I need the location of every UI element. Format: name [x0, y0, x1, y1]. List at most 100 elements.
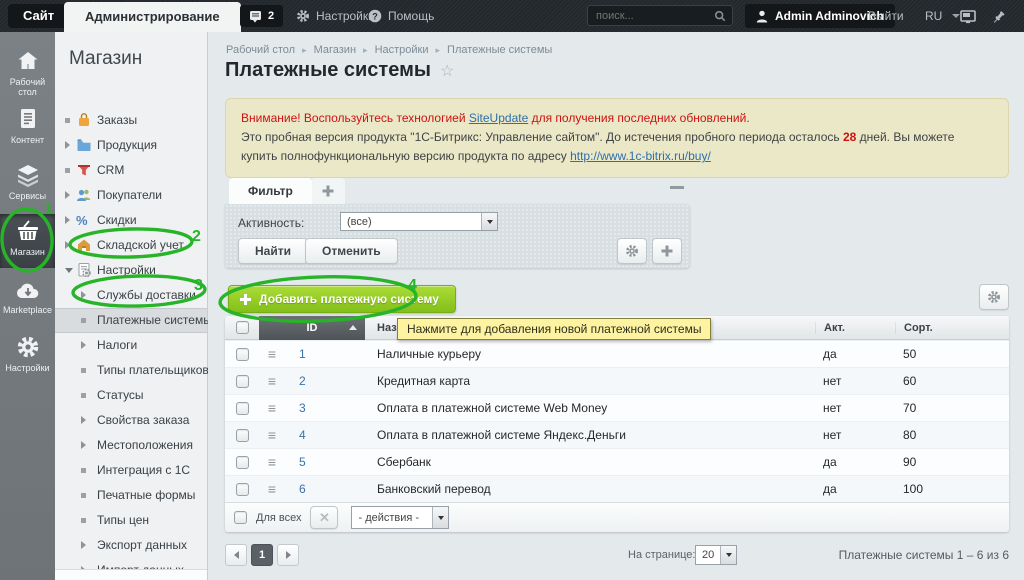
tab-site[interactable]: Сайт — [8, 4, 69, 28]
column-header-sort[interactable]: Сорт. — [895, 322, 1009, 334]
find-button[interactable]: Найти — [238, 238, 308, 264]
gear-icon — [625, 244, 639, 258]
row-name: Оплата в платежной системе Яндекс.Деньги — [365, 428, 815, 442]
rail-item-services[interactable]: Сервисы — [0, 158, 55, 210]
row-checkbox[interactable] — [236, 348, 249, 361]
row-id-link[interactable]: 1 — [285, 347, 365, 361]
topbar-settings-button[interactable]: Настройки — [296, 0, 375, 32]
left-rail: Рабочий стол Контент Сервисы Магазин Mar… — [0, 32, 55, 580]
sidebar-item-payment-systems[interactable]: Платежные системы — [55, 308, 207, 333]
siteupdate-link[interactable]: SiteUpdate — [469, 111, 528, 125]
sidebar-item-1c-integration[interactable]: Интеграция с 1С — [55, 458, 207, 483]
table-row[interactable]: ≡ 3 Оплата в платежной системе Web Money… — [225, 394, 1009, 421]
sidebar-item-discounts[interactable]: %Скидки — [55, 208, 207, 233]
page-button-current[interactable]: 1 — [251, 544, 273, 566]
drag-handle-icon[interactable]: ≡ — [259, 400, 285, 416]
breadcrumb-payment-systems[interactable]: Платежные системы — [447, 44, 552, 56]
table-row[interactable]: ≡ 4 Оплата в платежной системе Яндекс.Де… — [225, 421, 1009, 448]
row-name: Кредитная карта — [365, 374, 815, 388]
activity-select[interactable]: (все) — [340, 212, 498, 231]
sidebar-item-crm[interactable]: CRM — [55, 158, 207, 183]
rail-item-desktop[interactable]: Рабочий стол — [0, 44, 55, 100]
row-id-link[interactable]: 3 — [285, 401, 365, 415]
search-input[interactable] — [594, 9, 714, 23]
add-payment-system-button[interactable]: Добавить платежную систему — [228, 285, 456, 313]
notice-line-trial: Это пробная версия продукта "1С-Битрикс:… — [241, 128, 993, 166]
table-row[interactable]: ≡ 5 Сбербанк да 90 — [225, 448, 1009, 475]
sidebar-item-price-types[interactable]: Типы цен — [55, 508, 207, 533]
sidebar-item-customers[interactable]: Покупатели — [55, 183, 207, 208]
sidebar-item-warehouse[interactable]: Складской учет — [55, 233, 207, 258]
topbar-help-button[interactable]: ? Помощь — [368, 0, 434, 32]
row-checkbox[interactable] — [236, 429, 249, 442]
notifications-button[interactable]: 2 — [240, 5, 283, 27]
pin-panel-button[interactable] — [991, 1, 1006, 33]
buy-link[interactable]: http://www.1c-bitrix.ru/buy/ — [570, 149, 711, 163]
row-id-link[interactable]: 4 — [285, 428, 365, 442]
row-checkbox[interactable] — [236, 375, 249, 388]
sidebar-item-statuses[interactable]: Статусы — [55, 383, 207, 408]
prev-page-button[interactable] — [225, 544, 247, 566]
for-all-checkbox[interactable] — [234, 511, 247, 524]
cancel-button[interactable]: Отменить — [305, 238, 398, 264]
sidebar-item-label: Скидки — [97, 213, 137, 227]
column-header-active[interactable]: Акт. — [815, 322, 895, 334]
row-checkbox[interactable] — [236, 483, 249, 496]
clear-selection-button[interactable]: ✕ — [310, 506, 338, 529]
sidebar-item-payer-types[interactable]: Типы плательщиков — [55, 358, 207, 383]
row-checkbox[interactable] — [236, 456, 249, 469]
select-all-checkbox[interactable] — [236, 321, 249, 334]
drag-handle-icon[interactable]: ≡ — [259, 481, 285, 497]
logout-button[interactable]: Выйти — [868, 0, 904, 32]
row-sort: 100 — [895, 482, 1009, 496]
row-id-link[interactable]: 6 — [285, 482, 365, 496]
table-row[interactable]: ≡ 6 Банковский перевод да 100 — [225, 475, 1009, 502]
rail-item-settings[interactable]: Настройки — [0, 330, 55, 382]
sidebar-item-export-data[interactable]: Экспорт данных — [55, 533, 207, 558]
sidebar-item-taxes[interactable]: Налоги — [55, 333, 207, 358]
language-selector[interactable]: RU — [925, 0, 960, 32]
trial-notice: Внимание! Воспользуйтесь технологией Sit… — [225, 98, 1009, 178]
sidebar-item-delivery-services[interactable]: Службы доставки — [55, 283, 207, 308]
basket-icon — [15, 219, 41, 243]
row-id-link[interactable]: 2 — [285, 374, 365, 388]
breadcrumb-settings[interactable]: Настройки — [375, 44, 429, 56]
rail-item-shop[interactable]: Магазин — [0, 214, 55, 268]
expand-arrow-icon — [81, 441, 86, 449]
sidebar-item-label: Статусы — [97, 388, 144, 402]
actions-select[interactable]: - действия - — [351, 506, 449, 529]
search-icon[interactable] — [714, 10, 726, 22]
breadcrumb-desktop[interactable]: Рабочий стол — [226, 44, 295, 56]
sidebar-item-import-data[interactable]: Импорт данных — [55, 558, 207, 580]
tab-filter[interactable]: Фильтр — [229, 178, 312, 204]
table-row[interactable]: ≡ 1 Наличные курьеру да 50 — [225, 340, 1009, 367]
filter-settings-button[interactable] — [617, 238, 647, 264]
sidebar-item-shop-settings[interactable]: Настройки — [55, 258, 207, 283]
favorite-star-icon[interactable]: ☆ — [440, 63, 454, 80]
row-checkbox[interactable] — [236, 402, 249, 415]
sidebar-item-order-properties[interactable]: Свойства заказа — [55, 408, 207, 433]
breadcrumb-shop[interactable]: Магазин — [314, 44, 356, 56]
drag-handle-icon[interactable]: ≡ — [259, 373, 285, 389]
sidebar-item-locations[interactable]: Местоположения — [55, 433, 207, 458]
desktop-view-button[interactable] — [960, 1, 976, 33]
table-settings-button[interactable] — [979, 284, 1009, 310]
column-header-id[interactable]: ID — [259, 316, 365, 340]
drag-handle-icon[interactable]: ≡ — [259, 427, 285, 443]
sidebar-item-orders[interactable]: Заказы — [55, 108, 207, 133]
collapse-filter-button[interactable] — [670, 186, 684, 189]
drag-handle-icon[interactable]: ≡ — [259, 454, 285, 470]
drag-handle-icon[interactable]: ≡ — [259, 346, 285, 362]
sidebar-item-products[interactable]: Продукция — [55, 133, 207, 158]
rail-item-marketplace[interactable]: Marketplace — [0, 276, 55, 328]
sidebar-item-print-forms[interactable]: Печатные формы — [55, 483, 207, 508]
tab-admin[interactable]: Администрирование — [64, 2, 241, 32]
add-filter-field-button[interactable] — [652, 238, 682, 264]
table-row[interactable]: ≡ 2 Кредитная карта нет 60 — [225, 367, 1009, 394]
add-filter-tab-button[interactable] — [311, 178, 345, 204]
filter-widget: Фильтр Активность: (все) Найти Отменить — [225, 178, 690, 268]
row-id-link[interactable]: 5 — [285, 455, 365, 469]
rail-item-content[interactable]: Контент — [0, 102, 55, 154]
next-page-button[interactable] — [277, 544, 299, 566]
per-page-select[interactable]: 20 — [695, 545, 737, 565]
